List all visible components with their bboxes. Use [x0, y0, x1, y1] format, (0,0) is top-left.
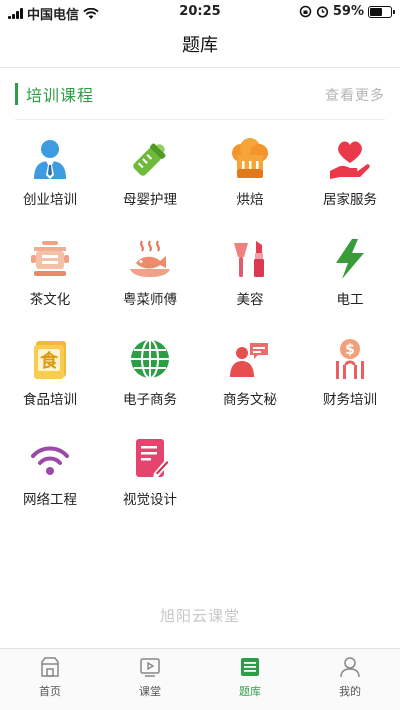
- globe-icon: [125, 336, 175, 382]
- course-grid: 创业培训 母婴护理 烘焙 居家服务 茶文化 粤菜师傅 美容 电工 食 食品培训 …: [0, 136, 400, 536]
- course-label: 粤菜师傅: [123, 292, 177, 308]
- course-item[interactable]: 商务文秘: [200, 336, 300, 436]
- lightning-icon: [325, 236, 375, 282]
- battery-percent: 59%: [332, 4, 364, 19]
- design-doc-icon: [125, 436, 175, 482]
- home-icon: [41, 657, 59, 677]
- course-label: 烘焙: [236, 192, 264, 208]
- course-label: 美容: [236, 292, 264, 308]
- baby-bottle-icon: [125, 136, 175, 182]
- orientation-lock-icon: [299, 5, 312, 18]
- course-label: 母婴护理: [123, 192, 177, 208]
- profile-icon: [340, 657, 360, 678]
- tab-label: 我的: [339, 685, 361, 698]
- food-book-icon: 食: [25, 336, 75, 382]
- course-item[interactable]: 创业培训: [0, 136, 100, 236]
- dollar-coin-icon: $: [325, 336, 375, 382]
- nav-bar: 题库: [0, 24, 400, 68]
- tab-label: 首页: [39, 685, 61, 698]
- course-item[interactable]: 视觉设计: [100, 436, 200, 536]
- course-label: 视觉设计: [123, 492, 177, 508]
- fish-dish-icon: [125, 236, 175, 282]
- status-bar: 中国电信 20:25 59%: [0, 0, 400, 24]
- course-item[interactable]: $ 财务培训: [300, 336, 400, 436]
- course-label: 电子商务: [123, 392, 177, 408]
- section-accent-bar: [15, 83, 18, 105]
- person-tie-icon: [25, 136, 75, 182]
- tea-pot-icon: [25, 236, 75, 282]
- tab-profile[interactable]: 我的: [300, 649, 400, 710]
- tab-question-bank[interactable]: 题库: [200, 649, 300, 710]
- view-more-link[interactable]: 查看更多: [325, 85, 385, 105]
- svg-text:$: $: [345, 342, 355, 358]
- tab-label: 题库: [239, 685, 261, 698]
- course-item[interactable]: 居家服务: [300, 136, 400, 236]
- hand-heart-icon: [325, 136, 375, 182]
- course-label: 财务培训: [323, 392, 377, 408]
- course-item[interactable]: 烘焙: [200, 136, 300, 236]
- course-label: 电工: [336, 292, 364, 308]
- section-title: 培训课程: [26, 86, 95, 105]
- classroom-icon: [140, 658, 160, 677]
- course-label: 茶文化: [29, 292, 71, 308]
- course-item[interactable]: 母婴护理: [100, 136, 200, 236]
- course-label: 食品培训: [23, 392, 77, 408]
- svg-text:食: 食: [39, 350, 59, 372]
- question-bank-icon: [241, 658, 259, 676]
- course-item[interactable]: 美容: [200, 236, 300, 336]
- section-header: 培训课程 查看更多: [15, 80, 385, 120]
- wifi-icon: [25, 436, 75, 482]
- course-label: 网络工程: [23, 492, 77, 508]
- course-item[interactable]: 茶文化: [0, 236, 100, 336]
- tab-classroom[interactable]: 课堂: [100, 649, 200, 710]
- page-title: 题库: [182, 35, 218, 56]
- course-item[interactable]: 电子商务: [100, 336, 200, 436]
- chef-hat-icon: [225, 136, 275, 182]
- course-label: 创业培训: [23, 192, 77, 208]
- tab-bar: 首页 课堂 题库 我的: [0, 648, 400, 710]
- presenter-icon: [225, 336, 275, 382]
- course-label: 居家服务: [323, 192, 377, 208]
- tab-label: 课堂: [139, 685, 161, 698]
- cosmetics-icon: [225, 236, 275, 282]
- course-item[interactable]: 电工: [300, 236, 400, 336]
- battery-icon: [368, 5, 395, 18]
- course-label: 商务文秘: [223, 392, 277, 408]
- course-item[interactable]: 粤菜师傅: [100, 236, 200, 336]
- course-item[interactable]: 网络工程: [0, 436, 100, 536]
- tab-home[interactable]: 首页: [0, 649, 100, 710]
- course-item[interactable]: 食 食品培训: [0, 336, 100, 436]
- alarm-icon: [316, 6, 328, 18]
- brand-text: 旭阳云课堂: [159, 607, 240, 625]
